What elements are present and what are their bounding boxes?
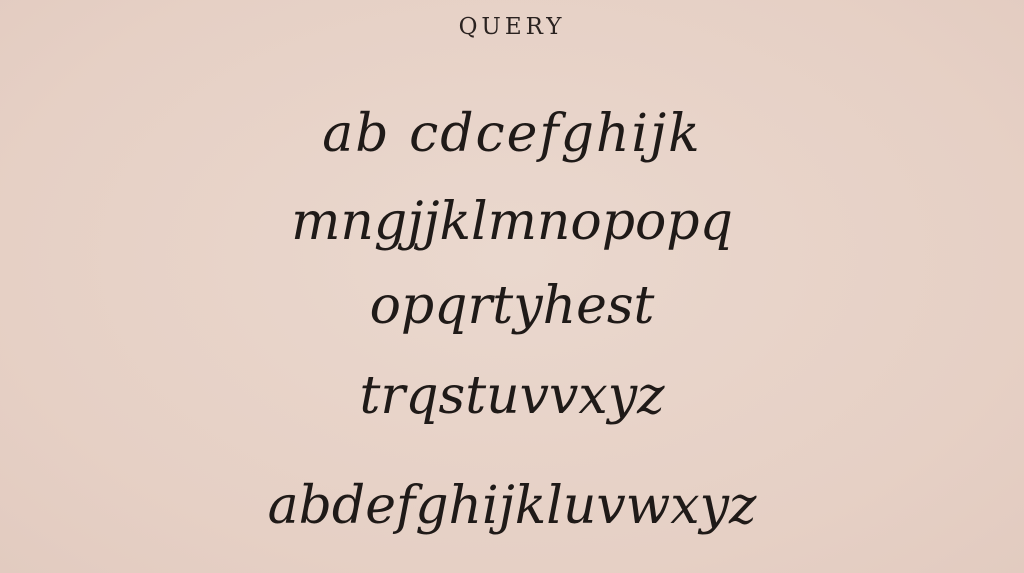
script-line-1: ab cdcefghijk xyxy=(322,104,702,164)
specimen-canvas: QUERY ab cdcefghijk mngjjklmnopopq opqrt… xyxy=(0,0,1024,573)
page-title: QUERY xyxy=(458,14,566,40)
script-line-3: opqrtyhest xyxy=(369,276,655,336)
script-line-4: trqstuvvxyz xyxy=(359,366,665,426)
script-line-5: abdefghijkluvwxyz xyxy=(267,476,757,536)
script-line-2: mngjjklmnopopq xyxy=(291,192,733,252)
